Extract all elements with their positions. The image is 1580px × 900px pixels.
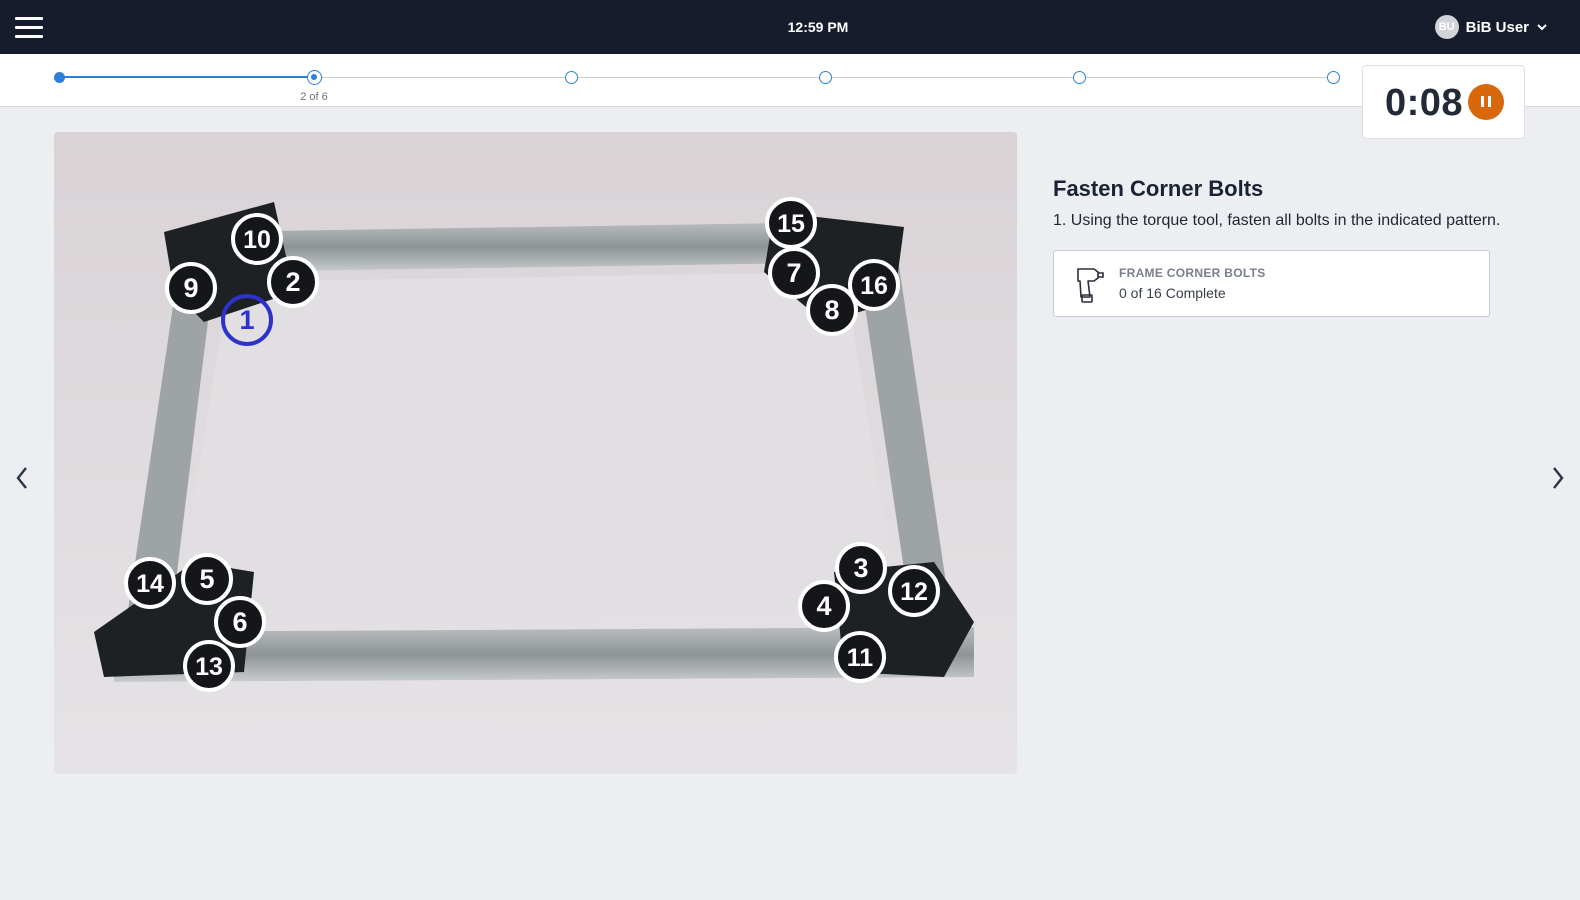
assembly-photo: 1 2 3 4 5 6 7 8 9 10 11 12 13 14 15 16 (54, 132, 1017, 774)
bolt-label: 4 (816, 591, 831, 621)
bolt-label: 1 (239, 305, 254, 335)
bolt-marker-16: 16 (848, 259, 900, 311)
bolt-label: 9 (183, 273, 198, 303)
step-node-1[interactable] (54, 72, 65, 83)
chevron-down-icon (1537, 24, 1547, 31)
bolt-marker-5: 5 (181, 553, 233, 605)
step-node-3[interactable] (565, 71, 578, 84)
avatar: BU (1434, 15, 1459, 39)
bolt-label: 14 (136, 570, 164, 598)
frame-interior (174, 272, 899, 622)
user-name: BiB User (1465, 18, 1529, 36)
step-instruction: 1. Using the torque tool, fasten all bol… (1053, 212, 1501, 229)
bolt-marker-15: 15 (765, 197, 817, 249)
step-node-5[interactable] (1073, 71, 1086, 84)
chevron-right-icon[interactable] (1548, 462, 1568, 494)
bolt-marker-14: 14 (124, 557, 176, 609)
step-node-4[interactable] (819, 71, 832, 84)
progress-track-complete (60, 76, 316, 78)
task-name: FRAME CORNER BOLTS (1119, 266, 1266, 280)
torque-drill-icon (1077, 268, 1104, 303)
bolt-marker-4: 4 (798, 580, 850, 632)
task-status: 0 of 16 Complete (1119, 285, 1226, 301)
bolt-marker-2: 2 (267, 256, 319, 308)
user-menu[interactable]: BU BiB User (1434, 15, 1548, 39)
timer-value: 0:08 (1385, 82, 1464, 124)
bolt-label: 3 (853, 553, 868, 583)
bolt-marker-3: 3 (835, 542, 887, 594)
timer-card: 0:08 (1362, 65, 1525, 139)
bolt-label: 10 (243, 226, 271, 254)
bolt-marker-11: 11 (834, 631, 886, 683)
pause-button[interactable] (1468, 84, 1504, 120)
bolt-marker-7: 7 (768, 247, 820, 299)
bolt-marker-6: 6 (214, 596, 266, 648)
bolt-marker-8: 8 (806, 284, 858, 336)
frame-illustration: 12345678910111213141516 (54, 132, 1017, 774)
chevron-left-icon[interactable] (12, 462, 32, 494)
bolt-label: 5 (199, 564, 214, 594)
step-node-6[interactable] (1327, 71, 1340, 84)
bolt-marker-12: 12 (888, 565, 940, 617)
bolt-label: 11 (847, 644, 874, 672)
bolt-label: 2 (285, 267, 300, 297)
bolt-marker-10: 10 (231, 213, 283, 265)
bolt-label: 13 (195, 653, 223, 681)
bolt-label: 16 (860, 272, 888, 300)
clock: 12:59 PM (787, 19, 849, 35)
bolt-label: 15 (777, 210, 805, 238)
step-node-2[interactable] (307, 70, 322, 85)
step-title: Fasten Corner Bolts (1053, 176, 1264, 201)
bolt-label: 12 (900, 578, 928, 606)
task-card[interactable]: FRAME CORNER BOLTS 0 of 16 Complete (1053, 250, 1490, 317)
bolt-label: 8 (824, 295, 839, 325)
bolt-label: 6 (232, 607, 247, 637)
bolt-marker-13: 13 (183, 640, 235, 692)
bolt-label: 7 (786, 258, 801, 288)
top-bar: 12:59 PM BU BiB User (0, 0, 1580, 54)
step-progress: 2 of 6 (0, 54, 1580, 107)
step-counter: 2 of 6 (300, 91, 328, 103)
pause-icon (1481, 96, 1484, 107)
bolt-marker-9: 9 (165, 262, 217, 314)
